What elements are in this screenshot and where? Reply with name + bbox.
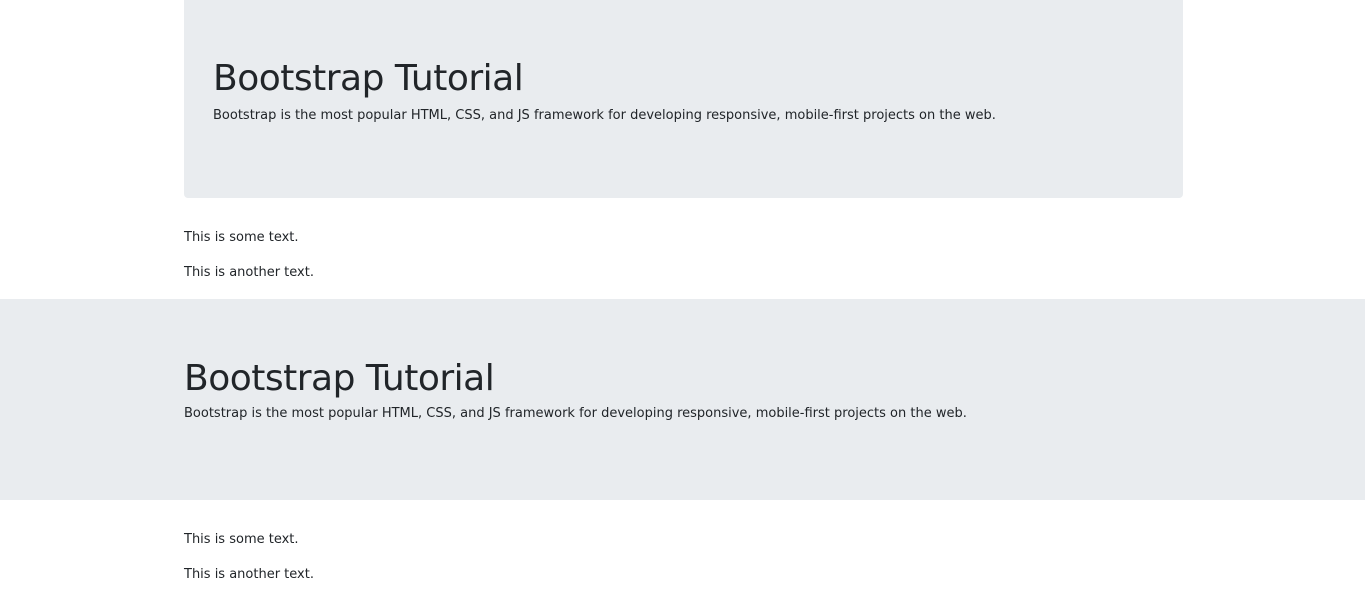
text-block: This is some text. This is another text. — [184, 198, 1183, 282]
jumbotron-fluid: Bootstrap Tutorial Bootstrap is the most… — [0, 299, 1365, 500]
paragraph-another-text: This is another text. — [184, 265, 314, 280]
container-section-1: Bootstrap Tutorial Bootstrap is the most… — [184, 0, 1183, 282]
jumbotron-fluid-container: Bootstrap Tutorial Bootstrap is the most… — [184, 357, 1183, 423]
container-section-2: This is some text. This is another text. — [184, 500, 1183, 584]
jumbotron: Bootstrap Tutorial Bootstrap is the most… — [184, 0, 1183, 198]
jumbotron-fluid-lead: Bootstrap is the most popular HTML, CSS,… — [184, 406, 967, 421]
jumbotron-fluid-heading: Bootstrap Tutorial — [184, 358, 495, 399]
paragraph-another-text-2: This is another text. — [184, 567, 314, 582]
paragraph-some-text-2: This is some text. — [184, 532, 299, 547]
paragraph-some-text: This is some text. — [184, 230, 299, 245]
text-block-2: This is some text. This is another text. — [184, 500, 1183, 584]
jumbotron-lead: Bootstrap is the most popular HTML, CSS,… — [213, 108, 996, 123]
jumbotron-heading: Bootstrap Tutorial — [213, 58, 524, 99]
